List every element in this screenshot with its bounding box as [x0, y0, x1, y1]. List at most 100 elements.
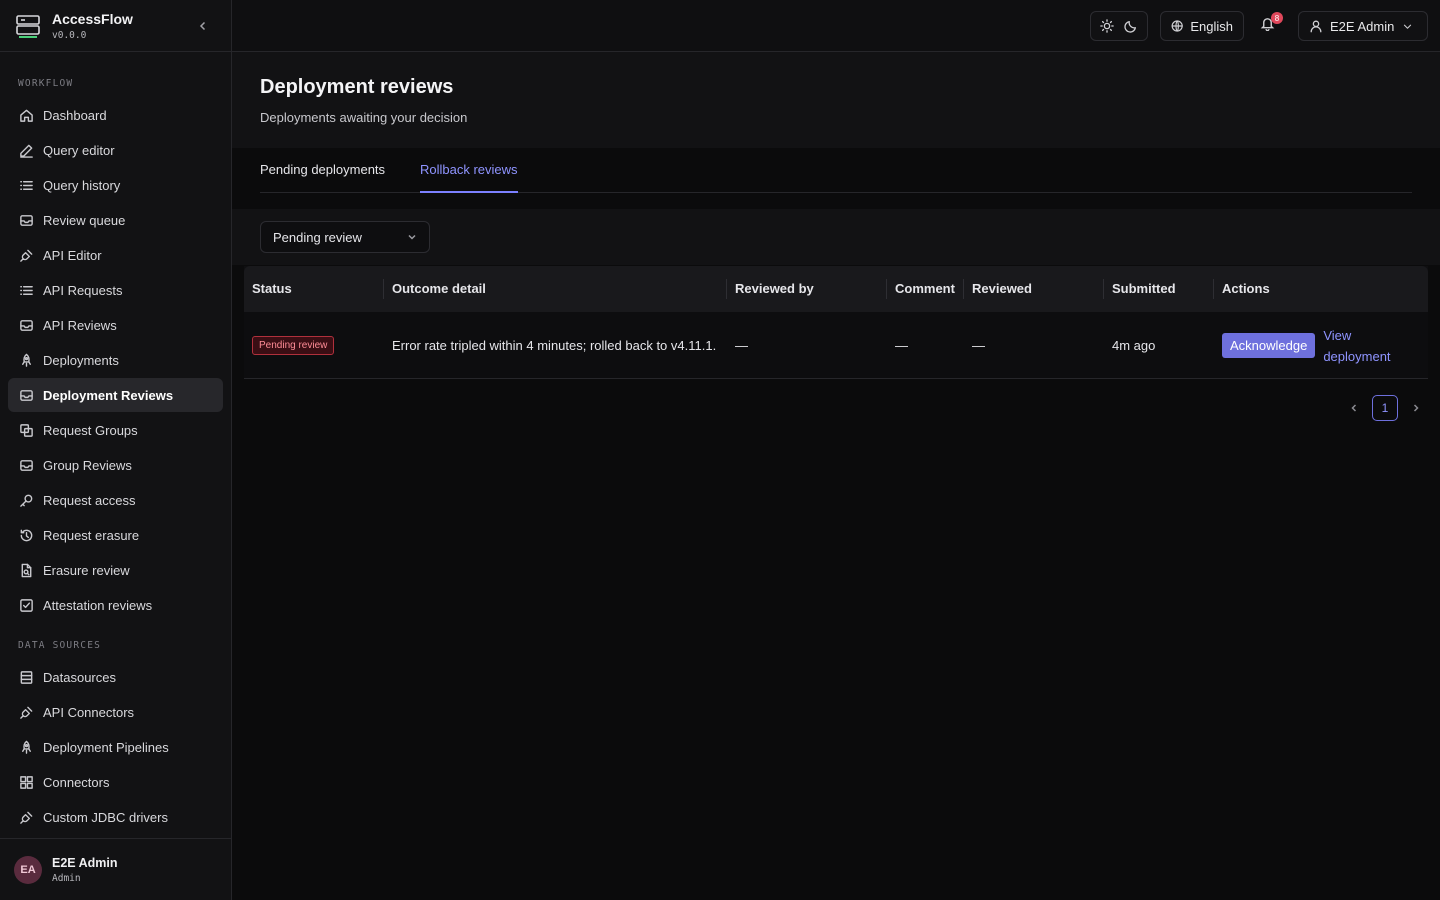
column-header-submitted: Submitted: [1112, 281, 1176, 296]
column-header-comment: Comment: [895, 281, 955, 296]
sidebar-user[interactable]: EA E2E Admin Admin: [0, 838, 231, 900]
filter-bar: Pending review: [232, 209, 1440, 265]
table-row: Pending review Error rate tripled within…: [244, 312, 1428, 379]
sidebar-item-api-requests[interactable]: API Requests: [8, 273, 223, 307]
sidebar-item-label: API Reviews: [43, 317, 117, 333]
workflow-nav: Dashboard Query editor Query history Review…: [8, 98, 223, 623]
group-icon: [18, 422, 34, 438]
rollback-reviews-table: Status Outcome detail Reviewed by Commen…: [244, 266, 1428, 379]
database-icon: [18, 669, 34, 685]
sidebar-item-label: Dashboard: [43, 107, 107, 123]
avatar: EA: [14, 855, 42, 884]
check-square-icon: [18, 597, 34, 613]
inbox-icon: [18, 457, 34, 473]
sidebar-item-label: Custom JDBC drivers: [43, 809, 168, 825]
brand: AccessFlow v0.0.0: [0, 0, 231, 52]
light-mode-button[interactable]: [1096, 15, 1118, 37]
sidebar-item-label: Request Groups: [43, 422, 138, 438]
inbox-icon: [18, 212, 34, 228]
column-divider: [963, 279, 964, 299]
list-icon: [18, 282, 34, 298]
comment-cell: —: [895, 338, 908, 353]
view-deployment-link[interactable]: View deployment: [1323, 325, 1390, 367]
sidebar-item-deployment-reviews[interactable]: Deployment Reviews: [8, 378, 223, 412]
status-filter-select[interactable]: Pending review: [260, 221, 430, 253]
sidebar-item-request-groups[interactable]: Request Groups: [8, 413, 223, 447]
sidebar-item-label: Review queue: [43, 212, 126, 228]
sidebar-item-label: Erasure review: [43, 562, 130, 578]
column-divider: [1103, 279, 1104, 299]
sidebar-item-query-editor[interactable]: Query editor: [8, 133, 223, 167]
sidebar-item-label: Request access: [43, 492, 136, 508]
notifications-badge: 8: [1271, 12, 1283, 24]
column-divider: [1213, 279, 1214, 299]
topbar: English 8 E2E Admin: [232, 0, 1440, 52]
sidebar-item-dashboard[interactable]: Dashboard: [8, 98, 223, 132]
sidebar-item-review-queue[interactable]: Review queue: [8, 203, 223, 237]
tab-pending-deployments[interactable]: Pending deployments: [260, 148, 385, 193]
language-selector[interactable]: English: [1160, 11, 1244, 41]
previous-page-button[interactable]: [1342, 396, 1366, 420]
page-subtitle: Deployments awaiting your decision: [260, 110, 468, 125]
sidebar-item-label: Group Reviews: [43, 457, 132, 473]
section-label-workflow: WORKFLOW: [18, 78, 74, 89]
sidebar-item-query-history[interactable]: Query history: [8, 168, 223, 202]
column-header-reviewed-by: Reviewed by: [735, 281, 814, 296]
chevron-right-icon: [1413, 404, 1419, 412]
outcome-detail-cell: Error rate tripled within 4 minutes; rol…: [392, 338, 717, 353]
app-version: v0.0.0: [52, 29, 87, 41]
column-header-outcome-detail: Outcome detail: [392, 281, 486, 296]
sidebar-item-api-connectors[interactable]: API Connectors: [8, 695, 223, 729]
sidebar-item-group-reviews[interactable]: Group Reviews: [8, 448, 223, 482]
sidebar-item-attestation-reviews[interactable]: Attestation reviews: [8, 588, 223, 622]
column-header-status: Status: [252, 281, 292, 296]
key-icon: [18, 492, 34, 508]
sidebar-item-label: API Requests: [43, 282, 123, 298]
chevron-left-icon: [199, 21, 206, 30]
sidebar-item-deployments[interactable]: Deployments: [8, 343, 223, 377]
column-divider: [726, 279, 727, 299]
globe-icon: [1171, 20, 1183, 32]
rocket-icon: [18, 739, 34, 755]
sidebar-item-label: API Connectors: [43, 704, 135, 720]
sidebar-item-label: Deployment Pipelines: [43, 739, 169, 755]
sidebar-item-label: Attestation reviews: [43, 597, 153, 613]
history-icon: [18, 527, 34, 543]
sidebar-item-deployment-pipelines[interactable]: Deployment Pipelines: [8, 730, 223, 764]
dark-mode-button[interactable]: [1120, 15, 1142, 37]
section-label-data-sources: DATA SOURCES: [18, 640, 102, 651]
sidebar-item-erasure-review[interactable]: Erasure review: [8, 553, 223, 587]
tab-rollback-reviews[interactable]: Rollback reviews: [420, 148, 518, 193]
notifications-button[interactable]: 8: [1260, 12, 1283, 36]
sidebar-item-request-access[interactable]: Request access: [8, 483, 223, 517]
sidebar-item-api-editor[interactable]: API Editor: [8, 238, 223, 272]
page-title: Deployment reviews: [260, 76, 454, 98]
sidebar-item-connectors[interactable]: Connectors: [8, 765, 223, 799]
sidebar-item-label: API Editor: [43, 247, 102, 263]
page-number-button[interactable]: 1: [1372, 395, 1398, 421]
reviewed-by-cell: —: [735, 338, 748, 353]
app-name: AccessFlow: [52, 10, 133, 27]
sidebar-item-datasources[interactable]: Datasources: [8, 660, 223, 694]
sun-icon: [1100, 19, 1114, 33]
sidebar: AccessFlow v0.0.0 WORKFLOW Dashboard Quer…: [0, 0, 232, 900]
actions-cell: Acknowledge View deployment: [1222, 312, 1391, 379]
sidebar-item-request-erasure[interactable]: Request erasure: [8, 518, 223, 552]
sidebar-item-label: Query editor: [43, 142, 115, 158]
acknowledge-button[interactable]: Acknowledge: [1222, 333, 1316, 358]
user-menu-button[interactable]: E2E Admin: [1298, 11, 1428, 41]
home-icon: [18, 107, 34, 123]
sidebar-item-custom-jdbc-drivers[interactable]: Custom JDBC drivers: [8, 800, 223, 834]
column-divider: [383, 279, 384, 299]
list-icon: [18, 177, 34, 193]
sidebar-item-api-reviews[interactable]: API Reviews: [8, 308, 223, 342]
rocket-icon: [18, 352, 34, 368]
chevron-down-icon: [408, 234, 416, 240]
sidebar-item-label: Query history: [43, 177, 121, 193]
view-deployment-link-line-1: View: [1323, 327, 1352, 343]
collapse-sidebar-button[interactable]: [191, 14, 215, 38]
plug-icon: [18, 704, 34, 720]
next-page-button[interactable]: [1404, 396, 1428, 420]
moon-icon: [1124, 20, 1137, 33]
reviewed-cell: —: [972, 338, 985, 353]
